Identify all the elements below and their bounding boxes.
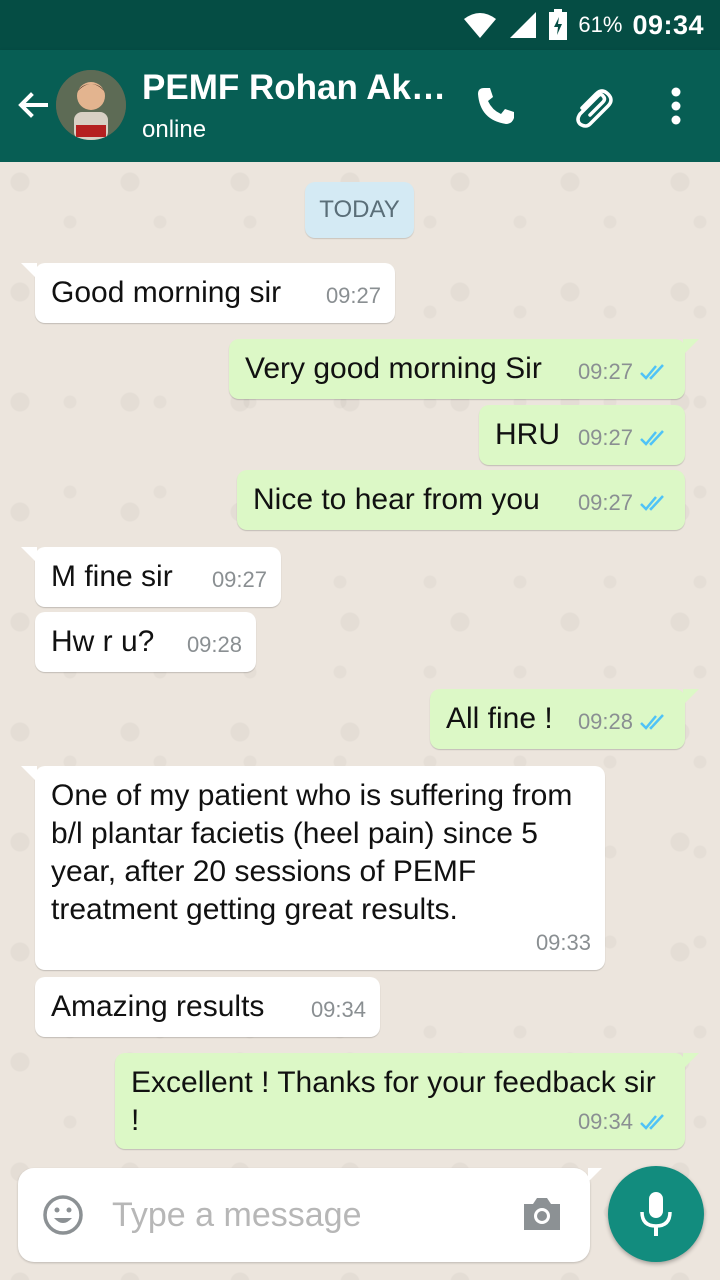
message-time: 09:27: [577, 359, 633, 384]
battery-percentage: 61%: [578, 12, 623, 37]
contact-status: online: [142, 116, 207, 143]
message-text: Very good morning Sir: [245, 352, 542, 385]
double-tick-icon: [640, 1114, 664, 1130]
wifi-icon: [464, 13, 497, 38]
double-tick-icon: [640, 364, 664, 380]
message-meta: 09:28: [578, 703, 671, 741]
chat-header: PEMF Rohan Ako... online: [0, 50, 720, 162]
attach-icon[interactable]: [568, 82, 616, 130]
message-text: HRU: [495, 418, 560, 451]
message-time: 09:27: [577, 490, 633, 515]
message-text: M fine sir: [51, 560, 173, 593]
message-incoming[interactable]: M fine sir 09:27: [21, 547, 281, 607]
message-time: 09:27: [211, 567, 267, 592]
message-composer[interactable]: Type a message: [18, 1168, 602, 1262]
message-time: 09:27: [325, 283, 381, 308]
battery-icon: [549, 9, 568, 40]
message-time: 09:34: [577, 1109, 633, 1134]
status-clock: 09:34: [632, 9, 704, 40]
message-time: 09:33: [535, 930, 591, 955]
message-text: Good morning sir: [51, 276, 282, 309]
message-incoming[interactable]: Hw r u? 09:28: [35, 612, 256, 672]
avatar[interactable]: [56, 70, 126, 140]
status-right: 61% 09:34: [462, 0, 704, 50]
message-meta: 09:27: [212, 561, 267, 599]
more-icon[interactable]: [652, 82, 700, 130]
signal-icon: [510, 12, 537, 38]
message-input[interactable]: Type a message: [112, 1196, 361, 1235]
message-incoming[interactable]: Amazing results 09:34: [35, 977, 380, 1037]
camera-icon[interactable]: [520, 1194, 564, 1234]
message-meta: 09:34: [578, 1103, 671, 1141]
double-tick-icon: [640, 495, 664, 511]
message-outgoing[interactable]: All fine ! 09:28: [430, 689, 699, 749]
contact-name[interactable]: PEMF Rohan Ako...: [142, 68, 452, 108]
emoji-icon[interactable]: [42, 1194, 84, 1236]
mic-button[interactable]: [608, 1166, 704, 1262]
message-time: 09:28: [577, 709, 633, 734]
back-arrow-icon[interactable]: [12, 86, 52, 126]
message-text: One of my patient who is suffering from …: [51, 779, 573, 926]
message-outgoing[interactable]: Very good morning Sir 09:27: [229, 339, 699, 399]
message-meta: 09:27: [326, 277, 381, 315]
message-outgoing[interactable]: Excellent ! Thanks for your feedback sir…: [115, 1053, 699, 1149]
message-meta: 09:33: [536, 924, 591, 962]
message-meta: 09:27: [578, 484, 671, 522]
double-tick-icon: [640, 714, 664, 730]
message-meta: 09:27: [578, 419, 671, 457]
message-time: 09:28: [186, 632, 242, 657]
message-outgoing[interactable]: Nice to hear from you 09:27: [237, 470, 685, 530]
avatar-image: [56, 70, 126, 140]
message-meta: 09:28: [187, 626, 242, 664]
message-time: 09:34: [310, 997, 366, 1022]
message-meta: 09:34: [311, 991, 366, 1029]
message-outgoing[interactable]: HRU 09:27: [479, 405, 685, 465]
message-text: Amazing results: [51, 990, 265, 1023]
date-divider: TODAY: [305, 182, 414, 238]
message-incoming[interactable]: Good morning sir 09:27: [21, 263, 395, 323]
message-meta: 09:27: [578, 353, 671, 391]
message-text: Hw r u?: [51, 625, 155, 658]
message-text: All fine !: [446, 702, 553, 735]
message-incoming[interactable]: One of my patient who is suffering from …: [21, 766, 605, 970]
mic-icon: [640, 1192, 672, 1236]
message-text: Nice to hear from you: [253, 483, 540, 516]
message-time: 09:27: [577, 425, 633, 450]
double-tick-icon: [640, 430, 664, 446]
status-bar: 61% 09:34: [0, 0, 720, 50]
phone-icon[interactable]: [472, 82, 520, 130]
